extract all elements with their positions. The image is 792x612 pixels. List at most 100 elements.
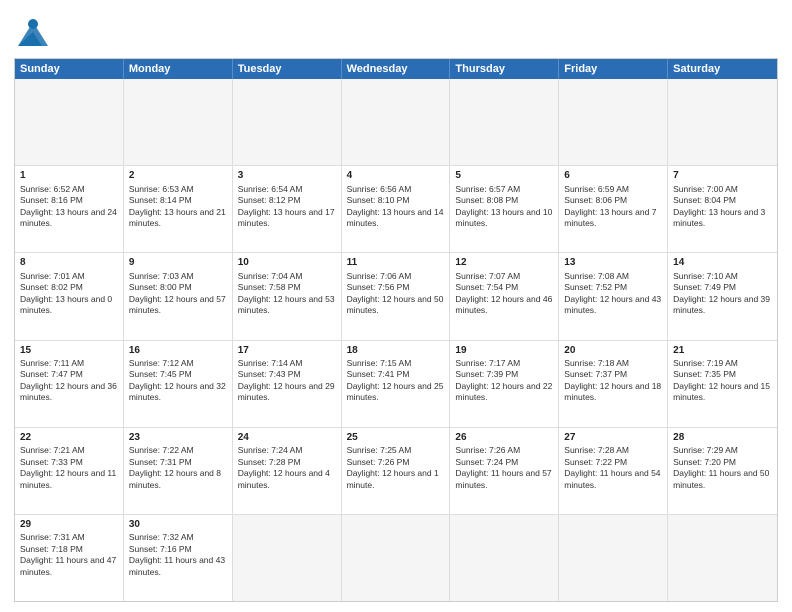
calendar-cell: 2Sunrise: 6:53 AMSunset: 8:14 PMDaylight… — [124, 166, 233, 252]
daylight: Daylight: 13 hours and 14 minutes. — [347, 207, 444, 228]
daylight: Daylight: 12 hours and 50 minutes. — [347, 294, 444, 315]
sunrise: Sunrise: 7:17 AM — [455, 358, 520, 368]
calendar-cell — [342, 79, 451, 165]
sunset: Sunset: 7:28 PM — [238, 457, 301, 467]
sunset: Sunset: 7:52 PM — [564, 282, 627, 292]
header-cell-saturday: Saturday — [668, 59, 777, 79]
day-number: 14 — [673, 256, 772, 270]
header-cell-sunday: Sunday — [15, 59, 124, 79]
sunrise: Sunrise: 7:03 AM — [129, 271, 194, 281]
sunrise: Sunrise: 7:18 AM — [564, 358, 629, 368]
calendar-cell: 25Sunrise: 7:25 AMSunset: 7:26 PMDayligh… — [342, 428, 451, 514]
day-number: 18 — [347, 344, 445, 358]
sunset: Sunset: 7:37 PM — [564, 369, 627, 379]
calendar-cell: 1Sunrise: 6:52 AMSunset: 8:16 PMDaylight… — [15, 166, 124, 252]
calendar-cell — [668, 515, 777, 601]
sunset: Sunset: 7:56 PM — [347, 282, 410, 292]
calendar-cell: 20Sunrise: 7:18 AMSunset: 7:37 PM Dayligh… — [559, 341, 668, 427]
daylight: Daylight: 12 hours and 15 minutes. — [673, 381, 770, 402]
day-number: 20 — [564, 344, 662, 358]
sunrise: Sunrise: 7:07 AM — [455, 271, 520, 281]
sunset: Sunset: 8:14 PM — [129, 195, 192, 205]
daylight: Daylight: 12 hours and 43 minutes. — [564, 294, 661, 315]
calendar-row: 1Sunrise: 6:52 AMSunset: 8:16 PMDaylight… — [15, 165, 777, 252]
daylight: Daylight: 12 hours and 18 minutes. — [564, 381, 661, 402]
day-number: 21 — [673, 344, 772, 358]
sunset: Sunset: 7:33 PM — [20, 457, 83, 467]
sunrise: Sunrise: 7:04 AM — [238, 271, 303, 281]
daylight: Daylight: 11 hours and 54 minutes. — [564, 468, 660, 489]
sunrise: Sunrise: 7:26 AM — [455, 445, 520, 455]
daylight: Daylight: 13 hours and 21 minutes. — [129, 207, 226, 228]
calendar-cell — [559, 79, 668, 165]
daylight: Daylight: 12 hours and 39 minutes. — [673, 294, 770, 315]
sunset: Sunset: 8:02 PM — [20, 282, 83, 292]
calendar-cell: 18Sunrise: 7:15 AMSunset: 7:41 PMDayligh… — [342, 341, 451, 427]
day-number: 29 — [20, 518, 118, 532]
sunrise: Sunrise: 7:29 AM — [673, 445, 738, 455]
header-cell-friday: Friday — [559, 59, 668, 79]
sunset: Sunset: 7:39 PM — [455, 369, 518, 379]
calendar-cell — [124, 79, 233, 165]
daylight: Daylight: 12 hours and 8 minutes. — [129, 468, 221, 489]
page: SundayMondayTuesdayWednesdayThursdayFrid… — [0, 0, 792, 612]
sunset: Sunset: 7:47 PM — [20, 369, 83, 379]
sunset: Sunset: 7:16 PM — [129, 544, 192, 554]
logo-icon — [14, 14, 52, 52]
day-number: 17 — [238, 344, 336, 358]
day-number: 30 — [129, 518, 227, 532]
header-cell-thursday: Thursday — [450, 59, 559, 79]
sunrise: Sunrise: 7:21 AM — [20, 445, 85, 455]
day-number: 9 — [129, 256, 227, 270]
day-number: 8 — [20, 256, 118, 270]
day-number: 16 — [129, 344, 227, 358]
calendar-row: 22Sunrise: 7:21 AMSunset: 7:33 PMDayligh… — [15, 427, 777, 514]
day-number: 24 — [238, 431, 336, 445]
day-number: 27 — [564, 431, 662, 445]
day-number: 12 — [455, 256, 553, 270]
sunrise: Sunrise: 7:08 AM — [564, 271, 629, 281]
sunset: Sunset: 8:10 PM — [347, 195, 410, 205]
calendar-row — [15, 79, 777, 165]
daylight: Daylight: 12 hours and 36 minutes. — [20, 381, 117, 402]
sunrise: Sunrise: 7:01 AM — [20, 271, 85, 281]
header-cell-tuesday: Tuesday — [233, 59, 342, 79]
calendar-cell — [450, 79, 559, 165]
sunset: Sunset: 7:43 PM — [238, 369, 301, 379]
sunrise: Sunrise: 7:22 AM — [129, 445, 194, 455]
daylight: Daylight: 12 hours and 11 minutes. — [20, 468, 116, 489]
sunset: Sunset: 7:18 PM — [20, 544, 83, 554]
daylight: Daylight: 13 hours and 3 minutes. — [673, 207, 765, 228]
calendar-cell: 23Sunrise: 7:22 AMSunset: 7:31 PMDayligh… — [124, 428, 233, 514]
sunset: Sunset: 7:22 PM — [564, 457, 627, 467]
calendar-cell — [559, 515, 668, 601]
sunrise: Sunrise: 6:59 AM — [564, 184, 629, 194]
sunset: Sunset: 7:45 PM — [129, 369, 192, 379]
daylight: Daylight: 12 hours and 57 minutes. — [129, 294, 226, 315]
calendar-row: 15Sunrise: 7:11 AMSunset: 7:47 PMDayligh… — [15, 340, 777, 427]
sunrise: Sunrise: 7:15 AM — [347, 358, 412, 368]
calendar-cell: 14Sunrise: 7:10 AMSunset: 7:49 PMDayligh… — [668, 253, 777, 339]
sunset: Sunset: 7:35 PM — [673, 369, 736, 379]
sunset: Sunset: 7:49 PM — [673, 282, 736, 292]
calendar-cell: 7Sunrise: 7:00 AMSunset: 8:04 PMDaylight… — [668, 166, 777, 252]
calendar-cell — [450, 515, 559, 601]
sunset: Sunset: 7:41 PM — [347, 369, 410, 379]
calendar-cell: 15Sunrise: 7:11 AMSunset: 7:47 PMDayligh… — [15, 341, 124, 427]
day-number: 15 — [20, 344, 118, 358]
calendar-cell: 30Sunrise: 7:32 AMSunset: 7:16 PMDayligh… — [124, 515, 233, 601]
sunset: Sunset: 8:16 PM — [20, 195, 83, 205]
calendar-cell: 29Sunrise: 7:31 AMSunset: 7:18 PMDayligh… — [15, 515, 124, 601]
calendar-cell: 27Sunrise: 7:28 AMSunset: 7:22 PMDayligh… — [559, 428, 668, 514]
calendar-cell: 11Sunrise: 7:06 AMSunset: 7:56 PMDayligh… — [342, 253, 451, 339]
calendar-cell: 9Sunrise: 7:03 AMSunset: 8:00 PMDaylight… — [124, 253, 233, 339]
day-number: 26 — [455, 431, 553, 445]
daylight: Daylight: 12 hours and 1 minute. — [347, 468, 439, 489]
day-number: 28 — [673, 431, 772, 445]
sunrise: Sunrise: 7:14 AM — [238, 358, 303, 368]
daylight: Daylight: 11 hours and 43 minutes. — [129, 555, 225, 576]
sunset: Sunset: 7:20 PM — [673, 457, 736, 467]
daylight: Daylight: 13 hours and 10 minutes. — [455, 207, 552, 228]
calendar-cell: 13Sunrise: 7:08 AMSunset: 7:52 PMDayligh… — [559, 253, 668, 339]
header-cell-wednesday: Wednesday — [342, 59, 451, 79]
